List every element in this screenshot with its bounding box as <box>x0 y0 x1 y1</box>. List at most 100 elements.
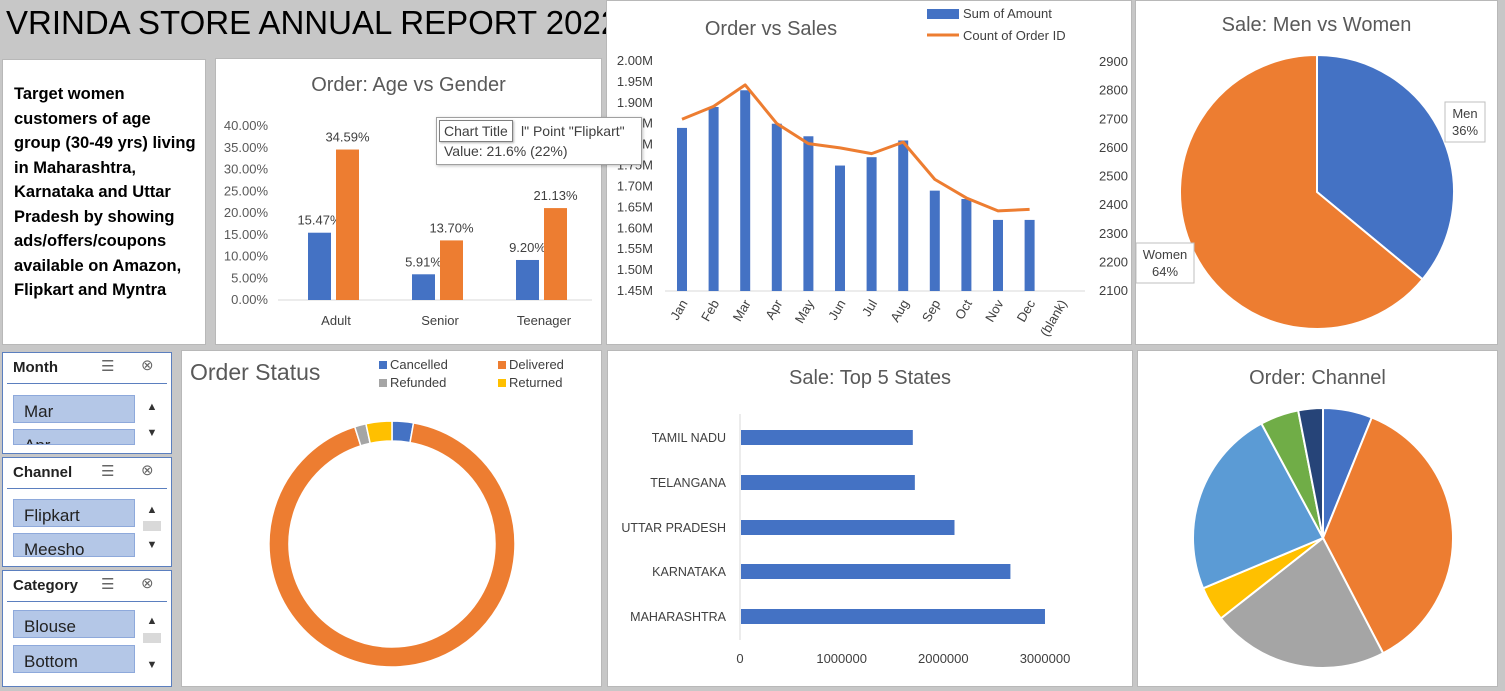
age-gender-chart-panel[interactable]: Order: Age vs Gender 0.00% 5.00% 10.00% 15.… <box>215 58 602 345</box>
legend-swatch <box>498 361 506 369</box>
data-label: 5.91% <box>405 254 442 269</box>
data-label: 21.13% <box>533 188 578 203</box>
legend-label: Refunded <box>390 375 446 390</box>
y-right-tick-label: 2400 <box>1099 197 1128 212</box>
order-status-chart-panel[interactable]: Order Status Cancelled Delivered Refunded R… <box>181 350 602 687</box>
legend-swatch <box>498 379 506 387</box>
order-sales-chart-panel[interactable]: Order vs Sales 1.45M 1.50M 1.55M 1.60M 1.65M… <box>606 0 1132 345</box>
clear-filter-icon[interactable]: ⊗ <box>141 574 154 592</box>
slicer-divider <box>7 601 167 602</box>
x-tick-label: Adult <box>321 313 351 328</box>
y-left-tick-label: 1.45M <box>617 283 653 298</box>
order-sales-chart: 1.45M1.50M1.55M1.60M1.65M1.70M1.75M1.80M… <box>617 6 1128 339</box>
slicer-month-item[interactable]: Mar <box>13 395 135 423</box>
men-women-chart-panel[interactable]: Sale: Men vs Women Men 36% Women 64% <box>1135 0 1498 345</box>
bar <box>516 259 539 300</box>
y-tick-label: 0.00% <box>231 292 268 307</box>
slicer-category[interactable]: Category ☰ ⊗ Blouse Bottom ▲ ▼ <box>2 570 172 687</box>
slicer-category-item[interactable]: Bottom <box>13 645 135 673</box>
slicer-channel-item[interactable]: Flipkart <box>13 499 135 527</box>
x-tick-label: 3000000 <box>1020 651 1071 666</box>
bar <box>771 123 782 292</box>
scroll-up-icon[interactable]: ▲ <box>143 502 161 518</box>
data-label: 64% <box>1152 264 1178 279</box>
bar <box>740 90 751 291</box>
x-tick-label: (blank) <box>1037 297 1070 339</box>
x-tick-label: Jan <box>667 297 690 323</box>
multi-select-icon[interactable]: ☰ <box>101 357 114 375</box>
data-label: 36% <box>1452 123 1478 138</box>
multi-select-icon[interactable]: ☰ <box>101 575 114 593</box>
data-label: 9.20% <box>509 240 546 255</box>
y-tick-label: 25.00% <box>224 183 269 198</box>
bar <box>961 199 972 291</box>
x-tick-label: Apr <box>762 296 785 322</box>
legend-label: Returned <box>509 375 562 390</box>
y-left-tick-label: 1.60M <box>617 220 653 235</box>
scroll-up-icon[interactable]: ▲ <box>143 399 161 415</box>
slicer-channel-item[interactable]: Meesho <box>13 533 135 557</box>
scroll-thumb[interactable] <box>143 633 161 643</box>
y-right-tick-label: 2800 <box>1099 83 1128 98</box>
top-states-chart-panel[interactable]: Sale: Top 5 States MAHARASHTRA KARNATAKA U… <box>607 350 1133 687</box>
legend-label: Cancelled <box>390 357 448 372</box>
y-tick-label: 30.00% <box>224 162 269 177</box>
slicer-channel[interactable]: Channel ☰ ⊗ Flipkart Meesho ▲ ▼ <box>2 457 172 567</box>
y-right-tick-label: 2500 <box>1099 169 1128 184</box>
insight-text: Target women customers of age group (30-… <box>14 85 196 299</box>
donut-slice <box>268 422 516 668</box>
clear-filter-icon[interactable]: ⊗ <box>141 461 154 479</box>
age-gender-chart: 0.00% 5.00% 10.00% 15.00% 20.00% 25.00% 30.00%… <box>224 118 592 328</box>
x-tick-label: 2000000 <box>918 651 969 666</box>
y-left-tick-label: 1.90M <box>617 95 653 110</box>
x-tick-label: Oct <box>952 297 975 322</box>
y-tick-label: TELANGANA <box>650 476 726 490</box>
bar <box>741 609 1045 624</box>
channel-chart-panel[interactable]: Order: Channel <box>1137 350 1498 687</box>
scroll-down-icon[interactable]: ▼ <box>143 537 161 553</box>
channel-chart <box>1192 406 1454 669</box>
clear-filter-icon[interactable]: ⊗ <box>141 356 154 374</box>
scroll-down-icon[interactable]: ▼ <box>143 657 161 673</box>
slicer-month[interactable]: Month ☰ ⊗ Mar Apr ▲ ▼ <box>2 352 172 454</box>
bar <box>929 190 940 291</box>
y-tick-label: UTTAR PRADESH <box>621 521 726 535</box>
multi-select-icon[interactable]: ☰ <box>101 462 114 480</box>
tooltip-point-text: l" Point "Flipkart" <box>521 123 625 139</box>
bar <box>544 208 567 300</box>
data-label: 15.47% <box>297 213 342 228</box>
bar <box>412 274 435 300</box>
bar <box>803 136 814 291</box>
x-tick-label: Mar <box>730 296 755 323</box>
data-label: 13.70% <box>429 220 474 235</box>
donut-slice <box>365 420 393 445</box>
slicer-month-header: Month <box>13 359 58 376</box>
y-tick-label: 10.00% <box>224 249 269 264</box>
bar <box>1024 219 1035 291</box>
x-tick-label: Aug <box>887 297 912 325</box>
y-right-tick-label: 2700 <box>1099 111 1128 126</box>
bar <box>440 240 463 300</box>
slicer-category-header: Category <box>13 577 79 594</box>
x-tick-label: Senior <box>421 313 459 328</box>
y-tick-label: 5.00% <box>231 270 268 285</box>
legend-label: Sum of Amount <box>963 6 1052 21</box>
y-left-tick-label: 1.55M <box>617 241 653 256</box>
slicer-category-item[interactable]: Blouse <box>13 610 135 638</box>
bar <box>741 564 1011 579</box>
bar <box>835 165 845 291</box>
y-tick-label: 15.00% <box>224 227 269 242</box>
y-right-tick-label: 2200 <box>1099 254 1128 269</box>
top-states-chart: MAHARASHTRA KARNATAKA UTTAR PRADESH TELANGA… <box>621 414 1071 666</box>
y-tick-label: TAMIL NADU <box>652 431 726 445</box>
slicer-month-item[interactable]: Apr <box>13 429 135 445</box>
x-tick-label: Dec <box>1014 297 1039 325</box>
x-tick-label: Feb <box>698 297 722 324</box>
bar <box>741 520 955 535</box>
x-tick-label: 1000000 <box>816 651 867 666</box>
y-tick-label: KARNATAKA <box>652 565 727 579</box>
scroll-down-icon[interactable]: ▼ <box>143 425 161 441</box>
y-right-tick-label: 2600 <box>1099 140 1128 155</box>
scroll-up-icon[interactable]: ▲ <box>143 613 161 629</box>
scroll-thumb[interactable] <box>143 521 161 531</box>
